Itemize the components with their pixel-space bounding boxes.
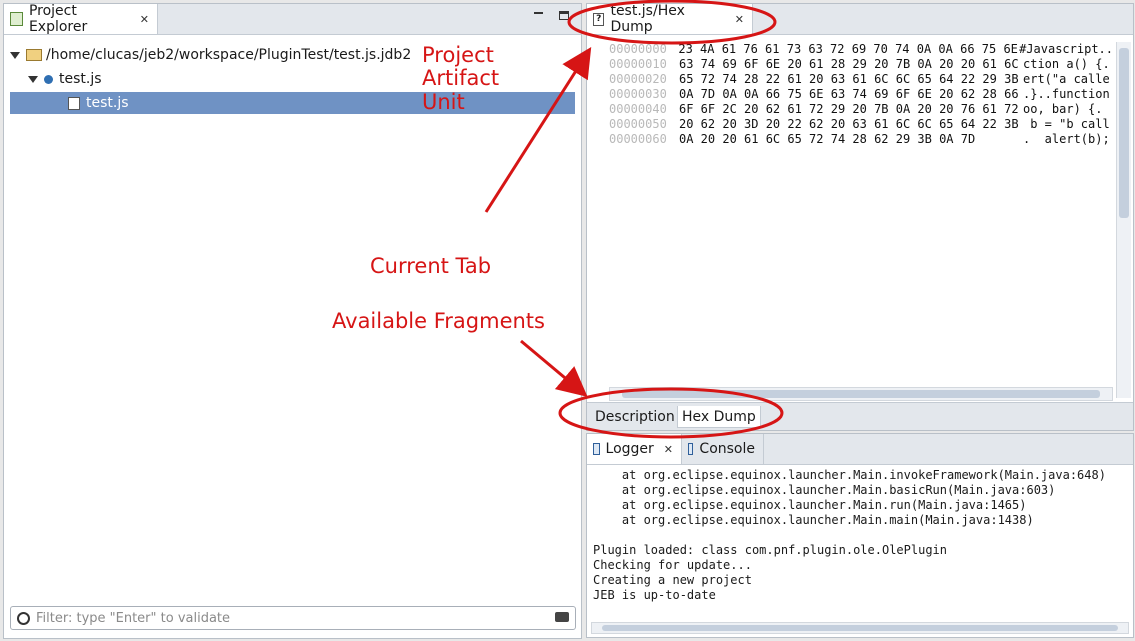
hex-offset: 00000030	[609, 87, 667, 101]
editor-tabbar: ? test.js/Hex Dump ✕	[587, 3, 1133, 35]
hex-ascii: ction a() {.	[1023, 57, 1110, 71]
tab-label: test.js/Hex Dump	[610, 3, 685, 35]
tab-logger[interactable]: Logger ✕	[587, 434, 682, 464]
hex-row: 00000040 6F 6F 2C 20 62 61 72 29 20 7B 0A…	[609, 102, 1113, 117]
annotation-artifact: Artifact	[422, 66, 500, 90]
vertical-scrollbar[interactable]	[1116, 42, 1131, 398]
hex-offset: 00000060	[609, 132, 667, 146]
maximize-icon[interactable]	[559, 11, 569, 20]
unknown-file-icon: ?	[593, 12, 605, 26]
annotation-project: Project	[422, 43, 494, 67]
fragment-tab-hex-dump[interactable]: Hex Dump	[677, 406, 761, 428]
filter-placeholder: Filter: type "Enter" to validate	[36, 610, 231, 626]
fragment-tabbar: Description Hex Dump	[587, 402, 1133, 430]
horizontal-scrollbar[interactable]	[591, 622, 1129, 634]
tree-item-label: test.js	[86, 95, 129, 111]
hex-bytes: 0A 20 20 61 6C 65 72 74 28 62 29 3B 0A 7…	[679, 132, 976, 146]
log-line: Plugin loaded: class com.pnf.plugin.ole.…	[593, 543, 948, 557]
log-line: at org.eclipse.equinox.launcher.Main.inv…	[593, 468, 1106, 482]
log-output[interactable]: at org.eclipse.equinox.launcher.Main.inv…	[593, 468, 1127, 618]
close-icon[interactable]: ✕	[140, 13, 149, 26]
hex-offset: 00000020	[609, 72, 667, 86]
hex-ascii: b = "b call	[1023, 117, 1110, 131]
hex-bytes: 65 72 74 28 22 61 20 63 61 6C 6C 65 64 2…	[679, 72, 1019, 86]
console-icon	[688, 443, 694, 455]
logger-pane: Logger ✕ Console at org.eclipse.equinox.…	[586, 433, 1134, 638]
hex-bytes: 23 4A 61 76 61 73 63 72 69 70 74 0A 0A 6…	[678, 42, 1018, 56]
log-line: at org.eclipse.equinox.launcher.Main.bas…	[593, 483, 1056, 497]
hex-row: 00000030 0A 7D 0A 0A 66 75 6E 63 74 69 6F…	[609, 87, 1113, 102]
hex-bytes: 6F 6F 2C 20 62 61 72 29 20 7B 0A 20 20 7…	[679, 102, 1019, 116]
close-icon[interactable]: ✕	[664, 443, 673, 456]
hex-row: 00000050 20 62 20 3D 20 22 62 20 63 61 6C…	[609, 117, 1113, 132]
artifact-icon	[44, 74, 53, 84]
hex-dump-view[interactable]: 00000000 23 4A 61 76 61 73 63 72 69 70 74…	[609, 42, 1113, 387]
tab-label: Project Explorer	[28, 3, 88, 35]
tree-item-label: /home/clucas/jeb2/workspace/PluginTest/t…	[46, 47, 412, 63]
scroll-thumb[interactable]	[602, 625, 1118, 631]
tab-label: Logger	[605, 441, 654, 457]
minimize-icon[interactable]	[534, 12, 543, 14]
unknown-file-icon: ?	[68, 96, 80, 110]
hex-bytes: 20 62 20 3D 20 22 62 20 63 61 6C 6C 65 6…	[679, 117, 1019, 131]
log-line: Checking for update...	[593, 558, 752, 572]
annotation-unit: Unit	[422, 90, 465, 114]
hex-ascii: ert("a calle	[1023, 72, 1110, 86]
hex-offset: 00000000	[609, 42, 667, 56]
annotation-available-fragments: Available Fragments	[332, 309, 545, 333]
horizontal-scrollbar[interactable]	[609, 387, 1113, 401]
search-icon	[17, 611, 30, 625]
close-icon[interactable]: ✕	[735, 13, 744, 26]
filter-input[interactable]: Filter: type "Enter" to validate	[10, 606, 576, 630]
log-line: at org.eclipse.equinox.launcher.Main.mai…	[593, 513, 1034, 527]
hex-offset: 00000050	[609, 117, 667, 131]
hex-offset: 00000010	[609, 57, 667, 71]
logger-tabbar: Logger ✕ Console	[587, 434, 1133, 465]
log-line: Creating a new project	[593, 573, 752, 587]
logger-icon	[593, 443, 600, 455]
annotation-current-tab: Current Tab	[370, 254, 492, 278]
hex-ascii: #Javascript..	[1019, 42, 1113, 56]
tree-item-label: test.js	[59, 71, 102, 87]
clear-icon[interactable]	[555, 612, 569, 622]
hex-row: 00000000 23 4A 61 76 61 73 63 72 69 70 74…	[609, 42, 1113, 57]
hex-bytes: 0A 7D 0A 0A 66 75 6E 63 74 69 6F 6E 20 6…	[679, 87, 1019, 101]
hex-bytes: 63 74 69 6F 6E 20 61 28 29 20 7B 0A 20 2…	[679, 57, 1019, 71]
hex-ascii: oo, bar) {.	[1023, 102, 1103, 116]
log-line: at org.eclipse.equinox.launcher.Main.run…	[593, 498, 1027, 512]
scroll-thumb[interactable]	[1119, 48, 1129, 218]
log-line: JEB is up-to-date	[593, 588, 716, 602]
hex-ascii: .}..function	[1023, 87, 1110, 101]
hex-ascii: . alert(b);	[1023, 132, 1110, 146]
editor-pane: ? test.js/Hex Dump ✕ 00000000 23 4A 61 76…	[586, 3, 1134, 431]
hex-row: 00000020 65 72 74 28 22 61 20 63 61 6C 6C…	[609, 72, 1113, 87]
scroll-thumb[interactable]	[622, 390, 1100, 398]
folder-open-icon	[26, 49, 42, 61]
tab-project-explorer[interactable]: Project Explorer ✕	[4, 3, 158, 35]
expand-twisty-icon[interactable]	[10, 51, 20, 59]
hex-offset: 00000040	[609, 102, 667, 116]
tab-hex-dump[interactable]: ? test.js/Hex Dump ✕	[587, 3, 753, 35]
project-explorer-icon	[10, 12, 23, 26]
expand-twisty-icon[interactable]	[28, 75, 38, 83]
fragment-tab-description[interactable]: Description	[591, 406, 679, 428]
hex-row: 00000010 63 74 69 6F 6E 20 61 28 29 20 7B…	[609, 57, 1113, 72]
project-explorer-tabbar: Project Explorer ✕	[4, 3, 581, 35]
tab-console[interactable]: Console	[682, 434, 764, 464]
tree-item-unit[interactable]: ? test.js	[10, 92, 575, 114]
tab-label: Console	[699, 441, 755, 457]
hex-row: 00000060 0A 20 20 61 6C 65 72 74 28 62 29…	[609, 132, 1113, 147]
